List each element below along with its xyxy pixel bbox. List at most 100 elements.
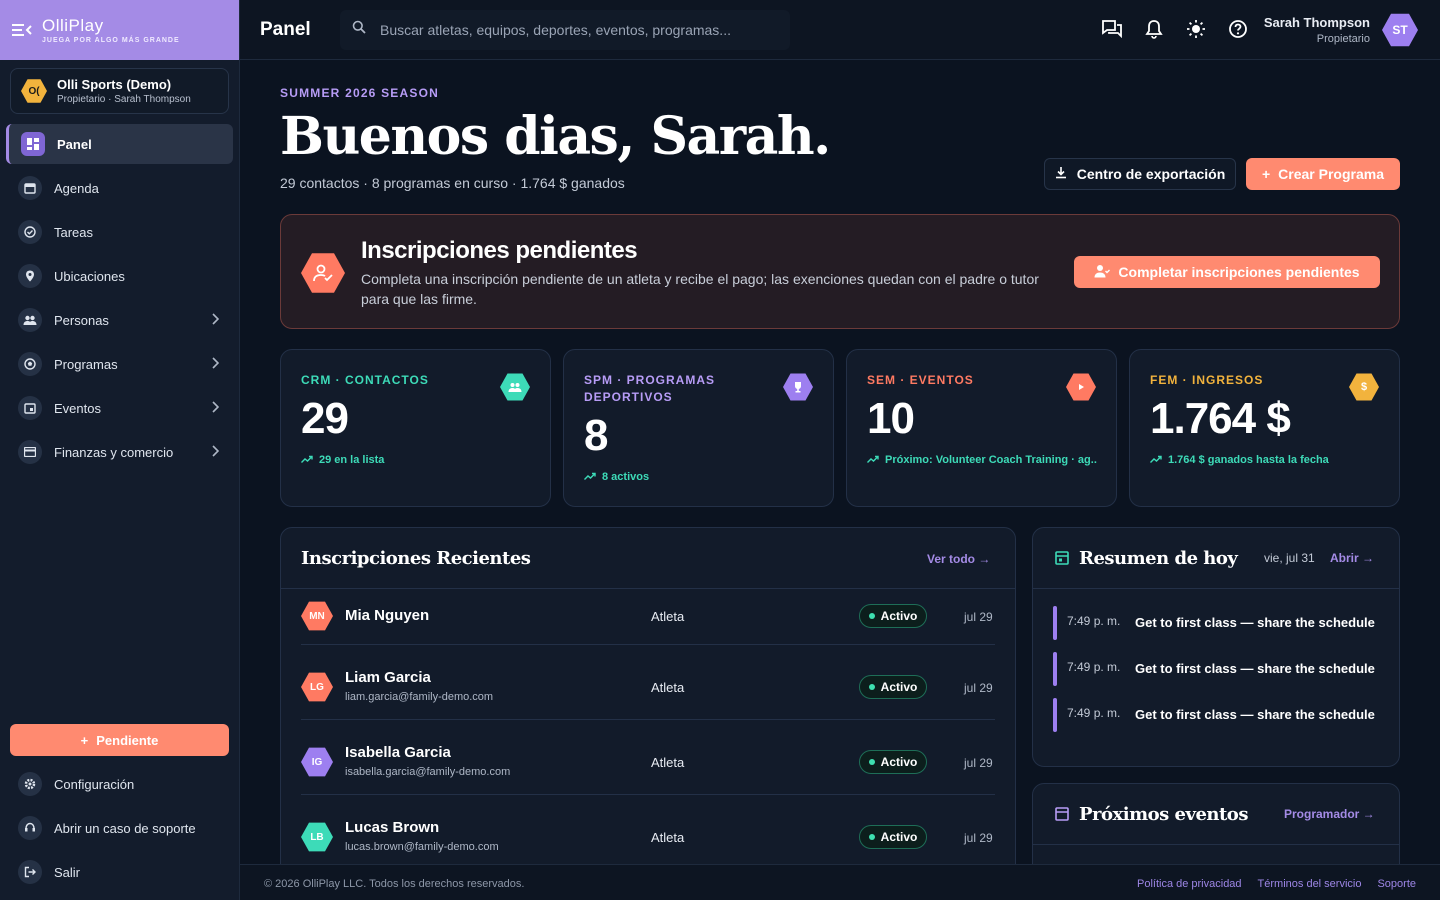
- stat-card-contacts[interactable]: CRM · CONTACTOS 29 29 en la lista: [280, 349, 551, 507]
- sidebar-item-label: Finanzas y comercio: [54, 444, 174, 460]
- credit-card-icon: [18, 440, 42, 464]
- org-switcher[interactable]: O( Olli Sports (Demo) Propietario · Sara…: [10, 68, 229, 114]
- sidebar-item-personas[interactable]: Personas: [6, 300, 233, 340]
- status-badge: Activo: [859, 675, 927, 699]
- sidebar-item-label: Agenda: [54, 180, 99, 196]
- schedule-time: 7:49 p. m.: [1067, 614, 1121, 628]
- schedule-time: 7:49 p. m.: [1067, 706, 1121, 720]
- alert-title: Inscripciones pendientes: [361, 237, 638, 264]
- stat-note: 8 activos: [584, 471, 814, 483]
- row-name[interactable]: Mia Nguyen: [345, 607, 429, 624]
- table-row[interactable]: LB Lucas Brown lucas.brown@family-demo.c…: [301, 795, 995, 864]
- sidebar-item-configuracion[interactable]: Configuración: [6, 764, 234, 804]
- logo-name: OlliPlay: [42, 16, 104, 35]
- view-all-link[interactable]: Ver todo →: [927, 552, 990, 566]
- stat-label: CRM · CONTACTOS: [301, 373, 429, 387]
- complete-registrations-button[interactable]: Completar inscripciones pendientes: [1074, 256, 1380, 288]
- sidebar-item-label: Configuración: [54, 776, 135, 792]
- season-label: SUMMER 2026 SEASON: [280, 86, 439, 100]
- row-name[interactable]: Lucas Brown: [345, 819, 439, 836]
- stat-card-revenue[interactable]: FEM · INGRESOS $ 1.764 $ 1.764 $ ganados…: [1129, 349, 1400, 507]
- sidebar-item-panel[interactable]: Panel: [6, 124, 233, 164]
- terms-link[interactable]: Términos del servicio: [1258, 878, 1362, 890]
- stat-note: Próximo: Volunteer Coach Training · ag..…: [867, 454, 1097, 466]
- table-row[interactable]: IG Isabella Garcia isabella.garcia@famil…: [301, 720, 995, 795]
- row-role: Atleta: [651, 609, 685, 624]
- status-text: Activo: [880, 755, 918, 769]
- help-icon[interactable]: [1228, 18, 1248, 40]
- stat-card-programs[interactable]: SPM · PROGRAMAS DEPORTIVOS 8 8 activos: [563, 349, 834, 507]
- sidebar-item-tareas[interactable]: Tareas: [6, 212, 233, 252]
- row-date: jul 29: [964, 610, 993, 624]
- sidebar-item-eventos[interactable]: Eventos: [6, 388, 233, 428]
- divider: [1033, 844, 1399, 845]
- pending-button[interactable]: + Pendiente: [10, 724, 229, 756]
- row-name[interactable]: Liam Garcia: [345, 669, 431, 686]
- panel-title: Resumen de hoy: [1079, 548, 1238, 569]
- sidebar: OlliPlay JUEGA POR ALGO MÁS GRANDE O( Ol…: [0, 0, 240, 900]
- schedule-item[interactable]: 7:49 p. m. Get to first class — share th…: [1053, 698, 1377, 732]
- theme-sun-icon[interactable]: [1186, 18, 1206, 40]
- group-icon: [500, 373, 530, 401]
- sidebar-item-agenda[interactable]: Agenda: [6, 168, 233, 208]
- avatar: IG: [301, 747, 333, 777]
- user-menu[interactable]: Sarah Thompson Propietario ST: [1264, 12, 1418, 48]
- chevron-right-icon: [211, 445, 220, 460]
- schedule-item[interactable]: 7:49 p. m. Get to first class — share th…: [1053, 652, 1377, 686]
- export-center-button[interactable]: Centro de exportación: [1044, 158, 1236, 190]
- bottom-nav: Configuración Abrir un caso de soporte S…: [0, 760, 240, 896]
- avatar: ST: [1382, 13, 1418, 47]
- stat-label: SPM · PROGRAMAS DEPORTIVOS: [584, 373, 716, 404]
- sidebar-item-ubicaciones[interactable]: Ubicaciones: [6, 256, 233, 296]
- sidebar-item-programas[interactable]: Programas: [6, 344, 233, 384]
- collapse-menu-icon[interactable]: [12, 23, 32, 37]
- divider: [1033, 588, 1399, 589]
- main-content: SUMMER 2026 SEASON Buenos dias, Sarah. 2…: [240, 60, 1440, 864]
- trending-up-icon: [301, 454, 313, 466]
- support-link[interactable]: Soporte: [1377, 878, 1416, 890]
- row-name[interactable]: Isabella Garcia: [345, 744, 451, 761]
- footer: © 2026 OlliPlay LLC. Todos los derechos …: [240, 864, 1440, 900]
- search-input[interactable]: [380, 21, 778, 38]
- calendar-icon: [1055, 806, 1069, 826]
- table-row[interactable]: MN Mia Nguyen Atleta Activo jul 29: [301, 588, 995, 645]
- status-text: Activo: [880, 830, 918, 844]
- stat-label: FEM · INGRESOS: [1150, 373, 1264, 387]
- org-subtitle: Propietario · Sarah Thompson: [57, 94, 191, 105]
- row-email: liam.garcia@family-demo.com: [345, 691, 494, 703]
- schedule-item[interactable]: 7:49 p. m. Get to first class — share th…: [1053, 606, 1377, 640]
- sidebar-item-soporte[interactable]: Abrir un caso de soporte: [6, 808, 234, 848]
- sidebar-item-label: Abrir un caso de soporte: [54, 820, 196, 836]
- row-role: Atleta: [651, 680, 685, 695]
- logo[interactable]: OlliPlay JUEGA POR ALGO MÁS GRANDE: [42, 16, 180, 44]
- location-pin-icon: [18, 264, 42, 288]
- stat-label: SEM · EVENTOS: [867, 373, 974, 387]
- stat-card-events[interactable]: SEM · EVENTOS 10 Próximo: Volunteer Coac…: [846, 349, 1117, 507]
- bell-icon[interactable]: [1144, 18, 1164, 40]
- row-date: jul 29: [964, 681, 993, 695]
- schedule-time: 7:49 p. m.: [1067, 660, 1121, 674]
- dollar-icon: $: [1349, 373, 1379, 401]
- stat-value: 29: [301, 394, 349, 443]
- row-role: Atleta: [651, 755, 685, 770]
- chat-icon[interactable]: [1102, 18, 1122, 40]
- status-text: Activo: [880, 680, 918, 694]
- alert-text: Completa una inscripción pendiente de un…: [361, 271, 1039, 307]
- sidebar-item-label: Salir: [54, 864, 81, 880]
- sidebar-item-label: Tareas: [54, 224, 94, 240]
- open-today-link[interactable]: Abrir →: [1330, 551, 1374, 565]
- org-badge: O(: [21, 79, 47, 103]
- sidebar-item-finanzas[interactable]: Finanzas y comercio: [6, 432, 233, 472]
- create-program-button[interactable]: + Crear Programa: [1246, 158, 1400, 190]
- calendar-icon: [1055, 550, 1069, 570]
- greeting-summary: 29 contactos · 8 programas en curso · 1.…: [280, 175, 625, 191]
- trophy-icon: [783, 373, 813, 401]
- search-bar[interactable]: [340, 9, 790, 50]
- table-row[interactable]: LG Liam Garcia liam.garcia@family-demo.c…: [301, 645, 995, 720]
- schedule-text: Get to first class — share the schedule: [1135, 615, 1375, 630]
- trending-up-icon: [584, 471, 596, 483]
- sidebar-item-salir[interactable]: Salir: [6, 852, 234, 892]
- scheduler-link[interactable]: Programador →: [1284, 807, 1375, 821]
- stat-note: 1.764 $ ganados hasta la fecha: [1150, 454, 1380, 466]
- privacy-link[interactable]: Política de privacidad: [1137, 878, 1242, 890]
